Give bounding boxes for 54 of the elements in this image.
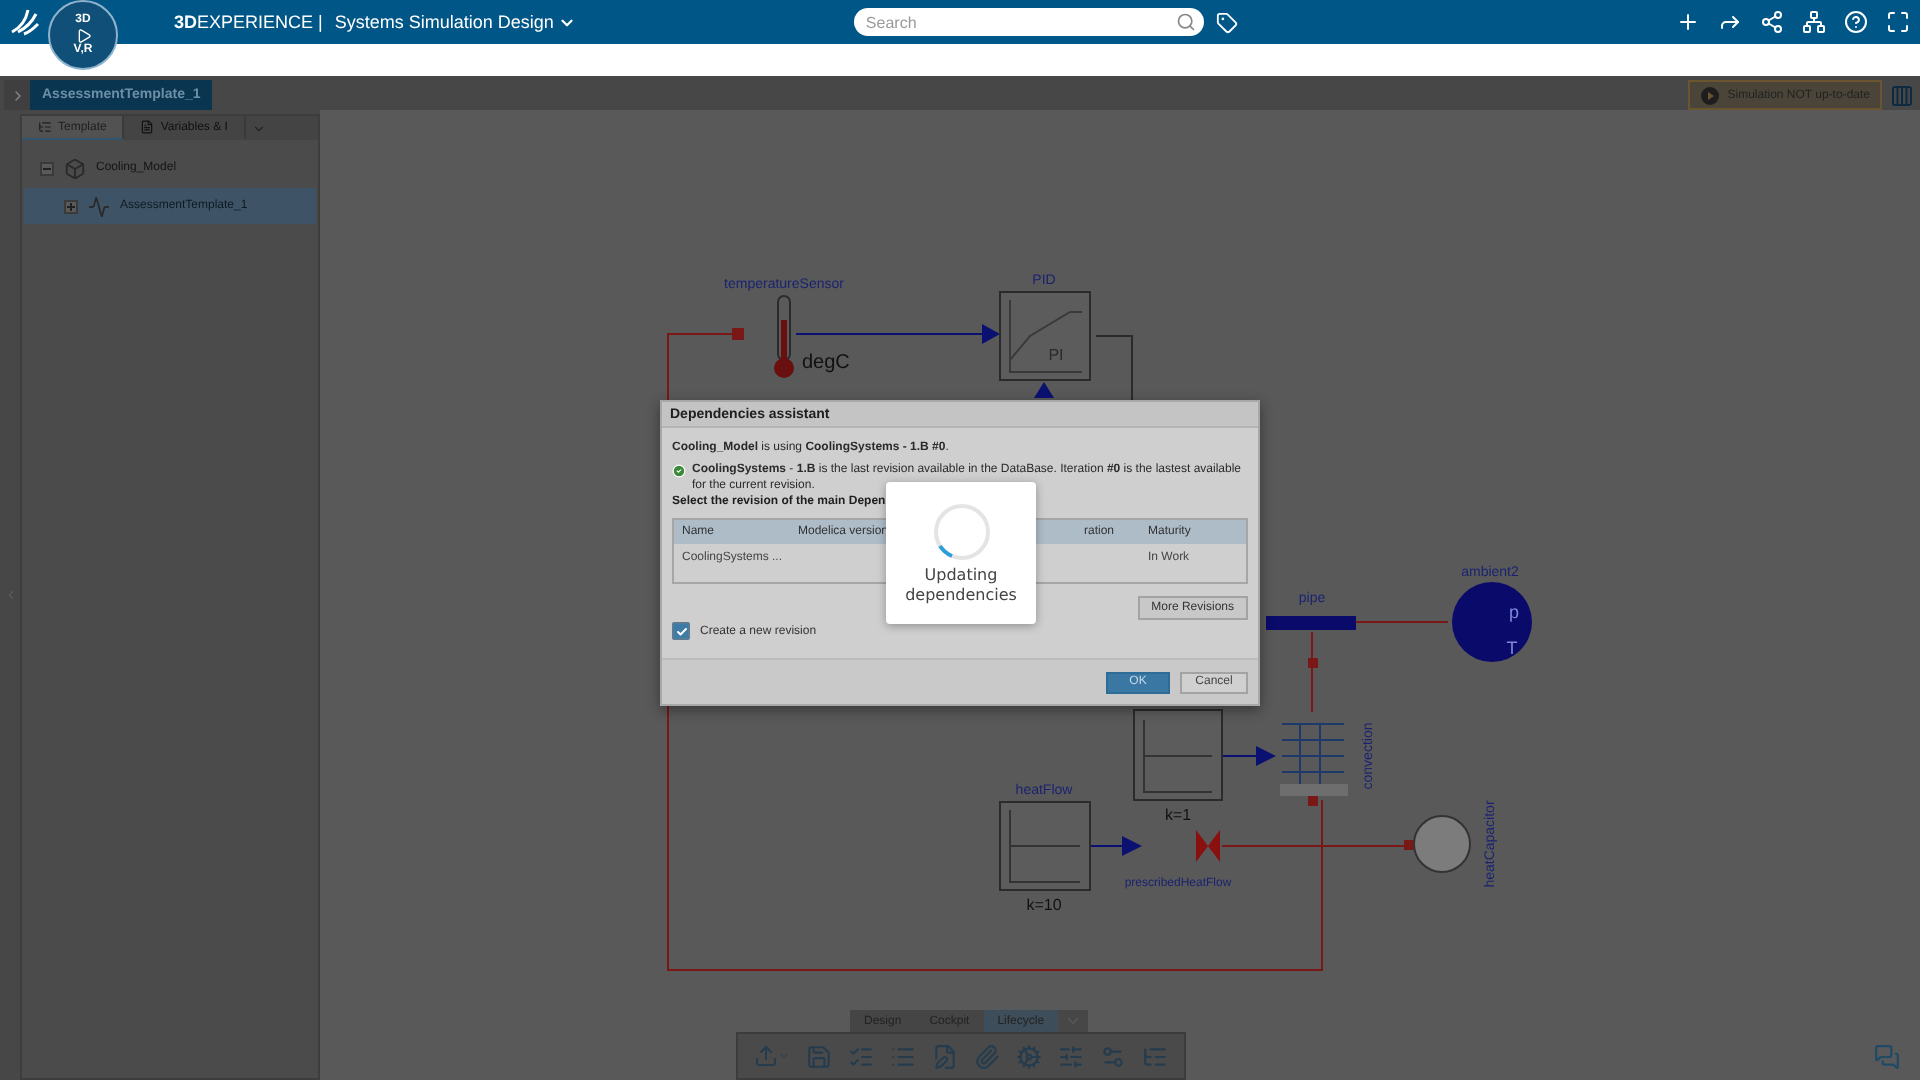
tree-list-icon[interactable] bbox=[1142, 1043, 1168, 1069]
gear-icon[interactable] bbox=[1016, 1043, 1042, 1069]
heat-source-icon bbox=[1196, 830, 1220, 862]
export-icon[interactable] bbox=[754, 1044, 790, 1068]
diagram-label: p bbox=[1509, 602, 1519, 622]
pid-block bbox=[982, 291, 1091, 398]
collapse-icon[interactable] bbox=[3, 588, 17, 602]
document-icon bbox=[140, 120, 155, 134]
paperclip-icon[interactable] bbox=[974, 1043, 1000, 1069]
settings-icon[interactable] bbox=[1100, 1043, 1126, 1069]
plus-icon bbox=[66, 201, 76, 211]
checklist-icon[interactable] bbox=[848, 1043, 874, 1069]
help-icon[interactable] bbox=[1844, 10, 1868, 34]
success-icon bbox=[672, 464, 686, 478]
chat-icon[interactable] bbox=[1874, 1044, 1900, 1070]
spinner-icon bbox=[931, 501, 991, 561]
expand-toggle[interactable] bbox=[64, 199, 78, 213]
play-icon bbox=[1699, 85, 1720, 105]
play-icon bbox=[75, 27, 91, 43]
diagram-label: k=10 bbox=[1026, 896, 1062, 914]
share-icon[interactable] bbox=[1760, 10, 1784, 34]
tree-icon bbox=[38, 120, 52, 134]
collapse-toggle[interactable] bbox=[40, 161, 54, 175]
expand-icon[interactable] bbox=[1058, 1010, 1089, 1032]
constant-block bbox=[1133, 709, 1276, 801]
capacitor-drawing bbox=[1404, 815, 1471, 873]
template-icon bbox=[88, 195, 110, 217]
brand-title: 3DEXPERIENCE | bbox=[174, 12, 323, 32]
search-field[interactable]: Search bbox=[853, 8, 1204, 36]
convection-drawing bbox=[1280, 723, 1348, 806]
connection-line bbox=[1355, 621, 1449, 623]
search-icon[interactable] bbox=[1175, 12, 1196, 32]
forward-icon[interactable] bbox=[1718, 10, 1742, 34]
save-icon[interactable] bbox=[806, 1043, 832, 1069]
fullscreen-icon[interactable] bbox=[1886, 10, 1910, 34]
diagram-label: T bbox=[1506, 638, 1518, 658]
pipe-drawing bbox=[1266, 616, 1356, 668]
diagram-label: degC bbox=[802, 352, 850, 374]
tag-icon[interactable] bbox=[1215, 11, 1238, 33]
sliders-icon[interactable] bbox=[1058, 1043, 1084, 1069]
checkbox[interactable] bbox=[672, 622, 690, 640]
minus-icon bbox=[42, 163, 52, 173]
app-menu[interactable]: Systems Simulation Design bbox=[334, 12, 576, 32]
logo-icon bbox=[8, 8, 40, 36]
edit-icon[interactable] bbox=[932, 1043, 958, 1069]
model-icon bbox=[64, 157, 86, 179]
ambient-source bbox=[1452, 582, 1532, 662]
add-icon[interactable] bbox=[1676, 10, 1700, 34]
network-icon[interactable] bbox=[1802, 10, 1826, 34]
expand-button[interactable] bbox=[4, 80, 30, 110]
progress-message: Updating dependencies bbox=[903, 565, 1019, 605]
columns-icon[interactable] bbox=[1890, 80, 1914, 110]
thermometer-icon bbox=[732, 295, 794, 378]
diagram-label: k=1 bbox=[1164, 806, 1192, 824]
